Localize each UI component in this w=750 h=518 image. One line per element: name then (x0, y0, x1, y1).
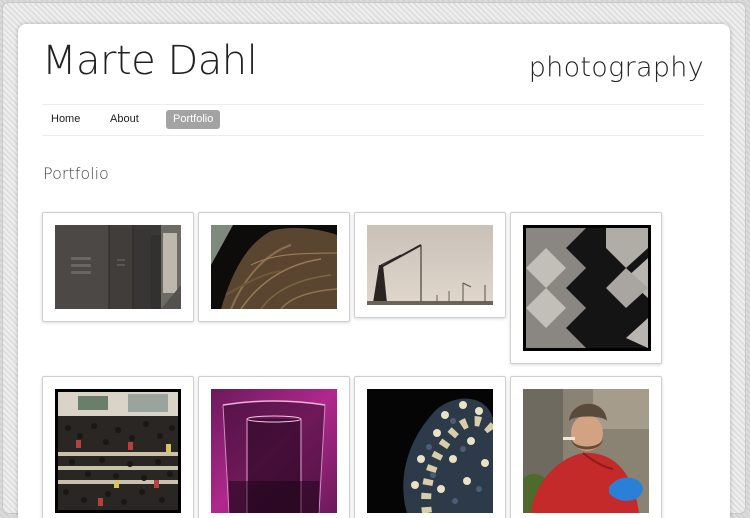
tree-photo (211, 225, 337, 309)
crane-photo (367, 225, 493, 305)
main-nav: Home About Portfolio (42, 104, 704, 136)
lockers-photo (55, 225, 181, 309)
gallery-thumb-glass[interactable] (198, 376, 350, 518)
gallery-thumb-steps[interactable] (510, 212, 662, 364)
snake-photo (367, 389, 493, 513)
gallery-thumb-crane[interactable] (354, 212, 506, 318)
nav-item-home[interactable]: Home (44, 110, 87, 129)
site-tagline: photography (528, 52, 704, 83)
site-title[interactable]: Marte Dahl (42, 38, 258, 84)
steps-photo (523, 225, 651, 351)
crowd-photo (55, 389, 181, 513)
gallery-thumb-lockers[interactable] (42, 212, 194, 322)
gallery-thumb-snake[interactable] (354, 376, 506, 518)
page-title: Portfolio (43, 164, 109, 183)
portrait-photo (523, 389, 649, 513)
glass-photo (211, 389, 337, 513)
gallery-thumb-crowd[interactable] (42, 376, 194, 518)
nav-item-portfolio[interactable]: Portfolio (166, 110, 221, 129)
gallery-thumb-tree[interactable] (198, 212, 350, 322)
nav-item-about[interactable]: About (103, 110, 146, 129)
page-container: Marte Dahl photography Home About Portfo… (18, 24, 730, 518)
gallery-thumb-portrait[interactable] (510, 376, 662, 518)
